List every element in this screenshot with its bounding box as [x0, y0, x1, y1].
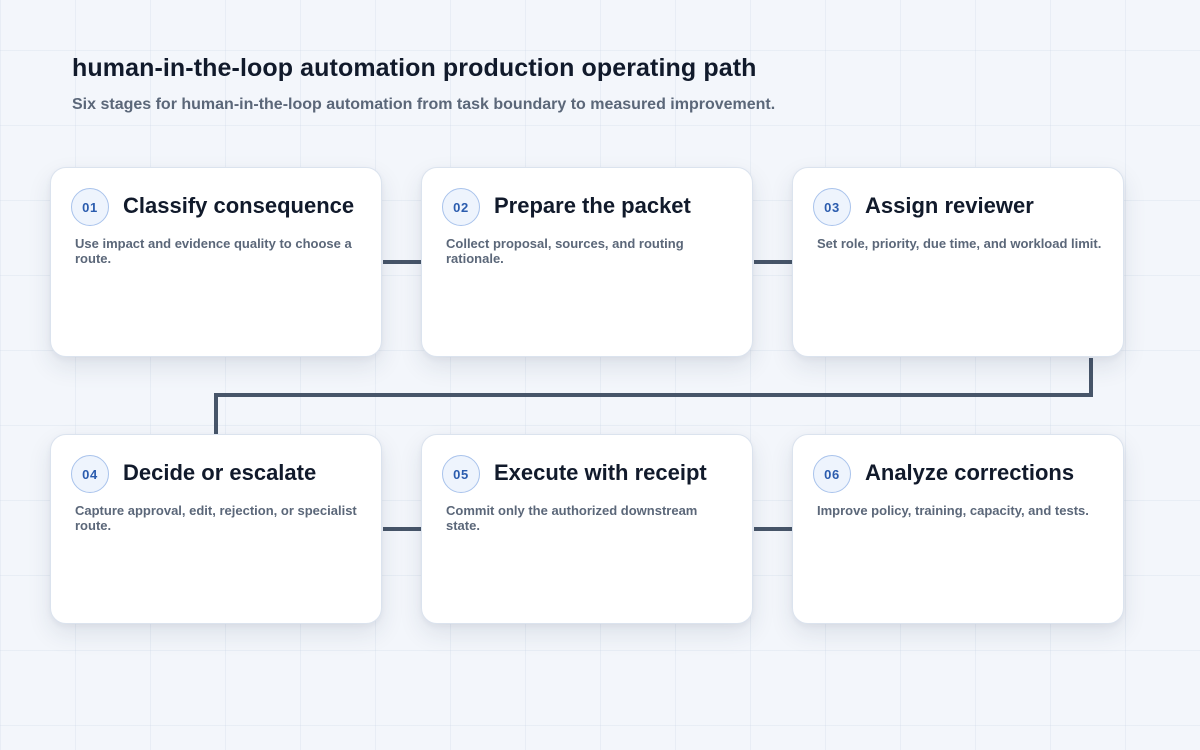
- stage-description: Set role, priority, due time, and worklo…: [817, 236, 1102, 251]
- stage-card-05: 05 Execute with receipt Commit only the …: [421, 434, 753, 624]
- stage-number-badge: 03: [813, 188, 851, 226]
- stage-number-badge: 06: [813, 455, 851, 493]
- stage-title: Assign reviewer: [865, 193, 1034, 218]
- stage-card-03: 03 Assign reviewer Set role, priority, d…: [792, 167, 1124, 357]
- stage-title: Decide or escalate: [123, 460, 317, 485]
- stage-card-06: 06 Analyze corrections Improve policy, t…: [792, 434, 1124, 624]
- stage-number-badge: 04: [71, 455, 109, 493]
- stage-description: Collect proposal, sources, and routing r…: [446, 236, 684, 266]
- connector-lines: [214, 260, 1093, 531]
- stage-description: Use impact and evidence quality to choos…: [75, 236, 352, 266]
- stage-card-01: 01 Classify consequence Use impact and e…: [50, 167, 382, 357]
- stage-description: Capture approval, edit, rejection, or sp…: [75, 503, 357, 533]
- stage-number-badge: 05: [442, 455, 480, 493]
- stage-card-04: 04 Decide or escalate Capture approval, …: [50, 434, 382, 624]
- stage-number-badge: 02: [442, 188, 480, 226]
- stage-title: Prepare the packet: [494, 193, 691, 218]
- stage-title: Execute with receipt: [494, 460, 707, 485]
- stage-number-badge: 01: [71, 188, 109, 226]
- stage-description: Commit only the authorized downstream st…: [446, 503, 698, 533]
- stage-title: Classify consequence: [123, 193, 355, 218]
- stage-description: Improve policy, training, capacity, and …: [817, 503, 1089, 518]
- stage-title: Analyze corrections: [865, 460, 1075, 485]
- stage-card-02: 02 Prepare the packet Collect proposal, …: [421, 167, 753, 357]
- connector-3-4: [214, 358, 1093, 434]
